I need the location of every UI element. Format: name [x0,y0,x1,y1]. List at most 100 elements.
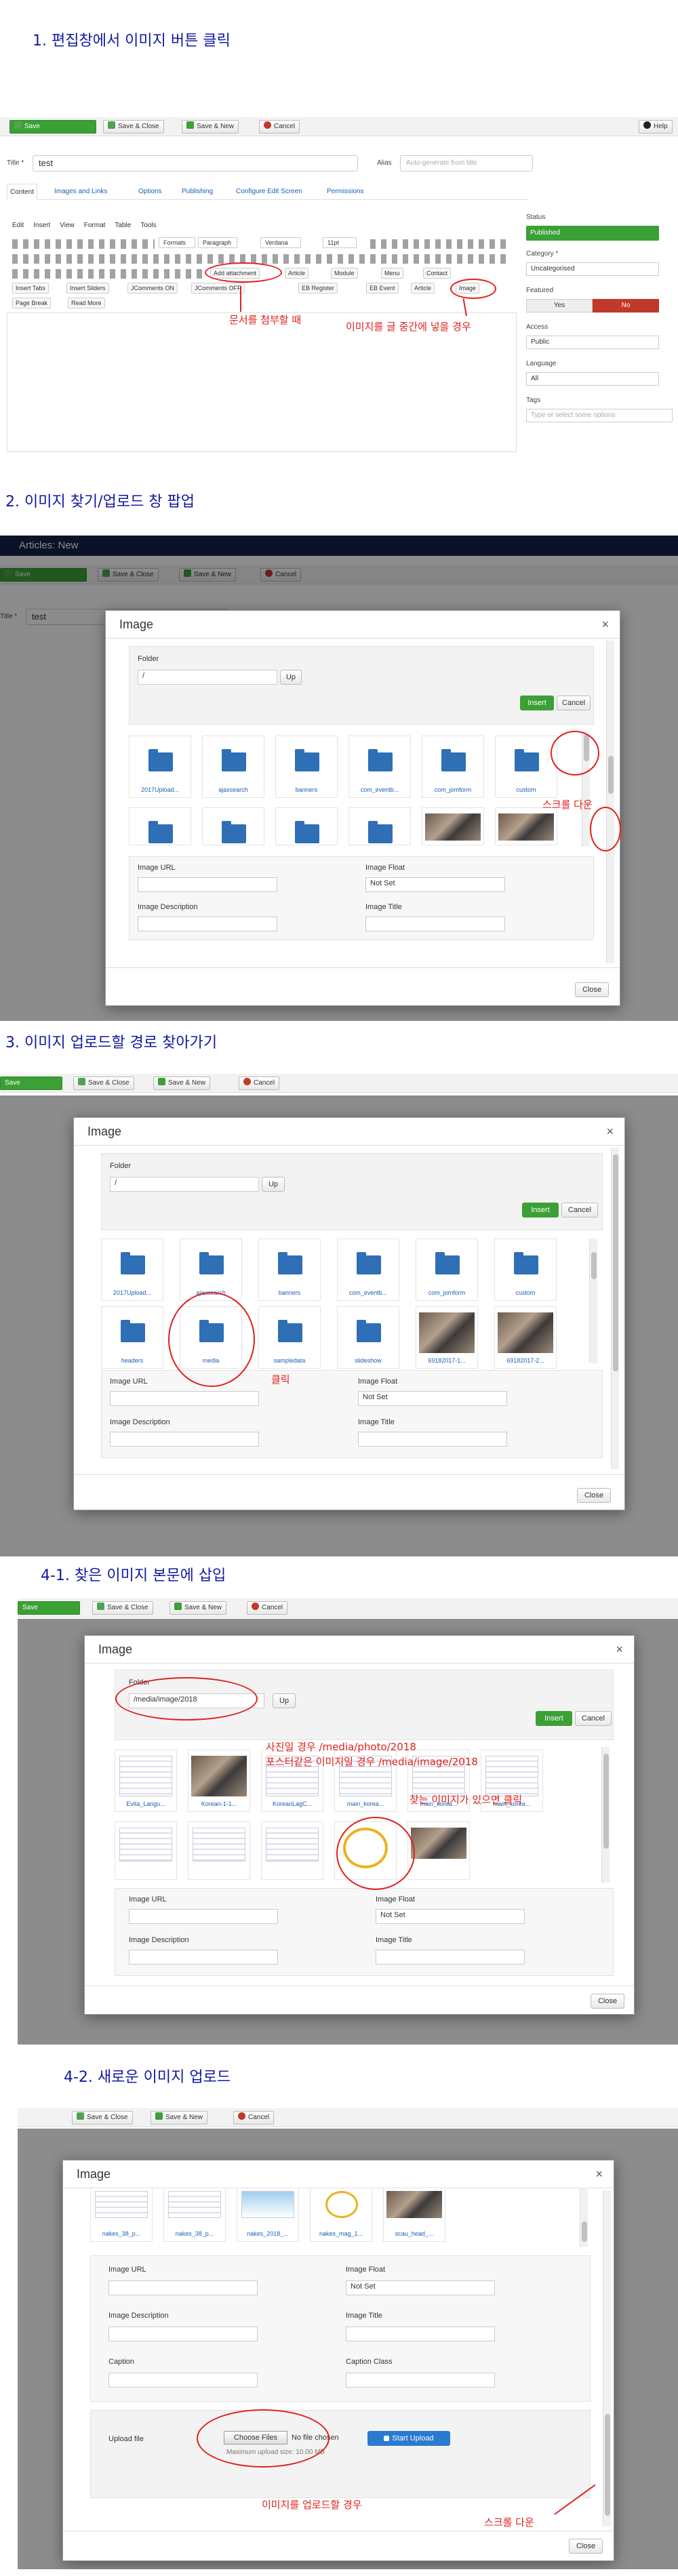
modal-scrollbar[interactable] [606,641,614,963]
tags-input[interactable]: Type or select some options [526,409,673,422]
image-item[interactable] [495,807,557,845]
menu-view[interactable]: View [60,222,75,229]
contact-plugin-button[interactable]: Contact [423,268,452,279]
image-title-input[interactable] [358,1432,507,1447]
cancel-modal-button[interactable]: Cancel [575,1711,612,1726]
image-title-input[interactable] [346,2327,495,2341]
image-item[interactable]: 69182017-1... [416,1306,478,1369]
folder-item[interactable] [348,807,411,845]
close-button[interactable]: Close [569,2539,603,2554]
alias-input[interactable]: Auto-generate from title [400,155,533,172]
insert-button[interactable]: Insert [522,1203,559,1217]
cancel-button[interactable]: Cancel [233,2111,275,2125]
folder-item[interactable]: headers [101,1306,163,1369]
jcomments-off-button[interactable]: JComments OFF [191,283,245,294]
insert-tabs-button[interactable]: Insert Tabs [12,283,49,294]
folder-item[interactable]: banners [275,736,338,798]
modal-scrollbar[interactable] [611,1148,619,1469]
save-new-button[interactable]: Save & New [182,120,239,134]
image-item[interactable]: nakes_mag_1... [310,2188,372,2242]
grid-scrollbar[interactable] [580,2188,588,2247]
folder-select[interactable]: / [110,1177,259,1192]
cancel-button[interactable]: Cancel [259,120,300,134]
menu-plugin-button[interactable]: Menu [381,268,403,279]
close-icon[interactable]: × [595,2167,603,2181]
folder-select[interactable]: / [138,670,277,685]
eb-register-button[interactable]: EB Register [298,283,338,294]
image-item[interactable] [407,1822,470,1880]
up-button[interactable]: Up [273,1693,296,1708]
image-item[interactable]: Korean-1-1... [188,1750,250,1812]
folder-item[interactable]: slideshow [337,1306,399,1369]
image-title-input[interactable] [376,1950,525,1965]
close-button[interactable]: Close [591,1994,624,2009]
image-description-input[interactable] [108,2327,258,2341]
article-plugin-button[interactable]: Article [285,268,309,279]
tab-publishing[interactable]: Publishing [179,184,216,200]
status-select[interactable]: Published [526,226,659,241]
image-item[interactable] [261,1822,323,1880]
up-button[interactable]: Up [262,1177,285,1192]
up-button[interactable]: Up [280,670,302,685]
folder-item[interactable]: com_eventb... [337,1239,399,1301]
modal-scrollbar[interactable] [603,2190,611,2527]
folder-item[interactable]: 2017Upload... [129,736,191,798]
folder-item[interactable] [275,807,338,845]
folder-item[interactable] [129,807,191,845]
tab-configure-edit-screen[interactable]: Configure Edit Screen [233,184,305,200]
tab-content[interactable]: Content [7,184,38,200]
image-url-input[interactable] [129,1909,278,1924]
grid-scrollbar[interactable] [601,1747,610,1883]
eb-event-button[interactable]: EB Event [366,283,399,294]
insert-button[interactable]: Insert [520,696,554,710]
save-close-button[interactable]: Save & Close [103,120,164,134]
close-icon[interactable]: × [606,1125,614,1139]
image-float-select[interactable]: Not Set [365,877,505,892]
image-item[interactable]: nakes_38_p... [90,2188,153,2242]
image-description-input[interactable] [129,1950,278,1965]
image-description-input[interactable] [138,917,277,931]
page-break-button[interactable]: Page Break [12,298,52,308]
image-item[interactable]: 69182017-2... [494,1306,557,1369]
read-more-button[interactable]: Read More [68,298,105,308]
insert-sliders-button[interactable]: Insert Sliders [66,283,109,294]
folder-item[interactable]: 2017Upload... [101,1239,163,1301]
folder-item[interactable]: custom [494,1239,557,1301]
folder-item[interactable]: com_jomform [422,736,484,798]
save-button[interactable]: Save [18,1601,80,1615]
module-plugin-button[interactable]: Module [331,268,358,279]
close-icon[interactable]: × [601,618,609,632]
image-item[interactable]: nakes_38_p... [163,2188,226,2242]
category-select[interactable]: Uncategorised [526,262,659,276]
image-title-input[interactable] [365,917,505,931]
folder-item[interactable]: banners [258,1239,321,1301]
menu-tools[interactable]: Tools [140,222,156,229]
save-close-button[interactable]: Save & Close [72,2111,133,2125]
menu-edit[interactable]: Edit [12,222,24,229]
cancel-modal-button[interactable]: Cancel [557,696,591,710]
folder-item[interactable]: sampledata [258,1306,321,1369]
jcomments-on-button[interactable]: JComments ON [127,283,178,294]
title-input[interactable]: test [33,155,358,172]
caption-class-input[interactable] [346,2373,495,2388]
save-button[interactable]: Save [9,120,96,134]
tab-options[interactable]: Options [136,184,164,200]
paragraph-select[interactable]: Paragraph [198,237,237,248]
folder-item[interactable]: com_eventb... [348,736,411,798]
menu-format[interactable]: Format [84,222,106,229]
folder-item[interactable]: custom [495,736,557,798]
save-close-button[interactable]: Save & Close [73,1076,134,1090]
size-select[interactable]: 11pt [323,237,357,248]
access-select[interactable]: Public [526,336,659,349]
save-new-button[interactable]: Save & New [151,2111,208,2125]
image-float-select[interactable]: Not Set [346,2280,495,2295]
menu-insert[interactable]: Insert [33,222,50,229]
language-select[interactable]: All [526,372,659,386]
insert-button[interactable]: Insert [536,1711,572,1726]
image-float-select[interactable]: Not Set [376,1909,525,1924]
image-url-input[interactable] [110,1391,259,1406]
grid-scrollbar[interactable] [589,1239,597,1363]
folder-item[interactable]: com_jomform [416,1239,478,1301]
tab-images-links[interactable]: Images and Links [52,184,110,200]
save-button[interactable]: Save [0,1076,62,1090]
